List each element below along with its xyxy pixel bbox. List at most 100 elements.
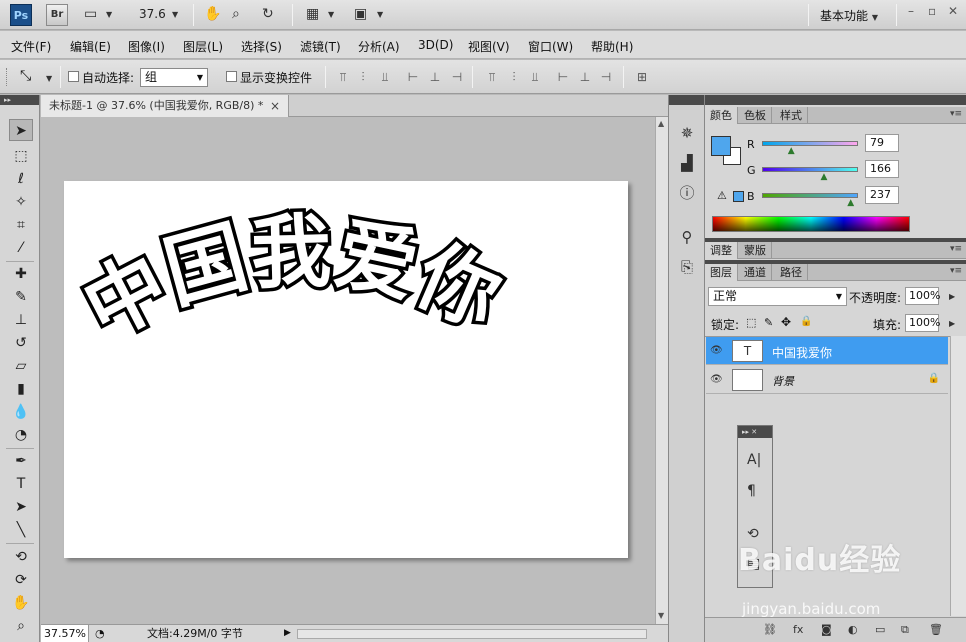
menu-layer[interactable]: 图层(L) <box>183 38 223 55</box>
menu-window[interactable]: 窗口(W) <box>528 38 573 55</box>
blend-mode-dropdown[interactable]: 正常 ▼ <box>708 287 847 306</box>
menu-edit[interactable]: 编辑(E) <box>70 38 111 55</box>
menu-image[interactable]: 图像(I) <box>128 38 165 55</box>
auto-align-layers-icon[interactable]: ⊞ <box>634 69 650 85</box>
show-transform-checkbox[interactable] <box>226 71 237 82</box>
chevron-down-icon[interactable]: ▼ <box>328 10 334 19</box>
minimize-icon[interactable]: – <box>908 4 914 18</box>
eye-icon[interactable]: 👁 <box>710 374 723 385</box>
foreground-color-swatch[interactable] <box>711 136 731 156</box>
align-right-icon[interactable]: ⊣ <box>449 69 465 85</box>
path-selection-tool[interactable]: ➤ <box>9 496 33 518</box>
document-tab[interactable]: 未标题-1 @ 37.6% (中国我爱你, RGB/8) * × <box>41 95 289 117</box>
new-group-icon[interactable]: ▭ <box>875 623 885 636</box>
histogram-icon[interactable]: ▟ <box>677 153 697 173</box>
panel-menu-icon[interactable]: ▾≡ <box>950 266 962 276</box>
status-menu-icon[interactable]: ▶ <box>284 625 291 642</box>
eye-icon[interactable]: 👁 <box>710 345 723 356</box>
eyedropper-tool[interactable]: ⁄ <box>9 237 33 259</box>
navigator-icon[interactable]: ✵ <box>677 123 697 143</box>
red-slider[interactable] <box>762 141 858 146</box>
auto-select-checkbox[interactable] <box>68 71 79 82</box>
paragraph-icon[interactable]: ¶ <box>747 483 756 499</box>
marquee-tool[interactable]: ⬚ <box>9 145 33 167</box>
screen-mode-icon[interactable]: ▣ <box>354 6 367 22</box>
zoom-tool-icon[interactable]: ⌕ <box>232 6 240 22</box>
3d-rotate-tool[interactable]: ⟲ <box>9 546 33 568</box>
fill-field[interactable]: 100% <box>905 314 940 332</box>
lock-transparent-icon[interactable]: ⬚ <box>746 316 756 329</box>
opacity-field[interactable]: 100% <box>905 287 940 305</box>
line-tool[interactable]: ╲ <box>9 519 33 541</box>
tab-adjustments[interactable]: 调整 <box>705 242 738 259</box>
link-layers-icon[interactable]: ⛓ <box>763 623 777 636</box>
type-tool[interactable]: T <box>9 473 33 495</box>
lock-position-icon[interactable]: ✥ <box>781 315 791 329</box>
chevron-down-icon[interactable]: ▼ <box>172 10 178 19</box>
color-spectrum-bar[interactable] <box>712 216 910 232</box>
align-hcenter-icon[interactable]: ⊥ <box>427 69 443 85</box>
fill-arrow-icon[interactable]: ▶ <box>949 319 955 328</box>
chevron-down-icon[interactable]: ▼ <box>106 10 112 19</box>
new-layer-icon[interactable]: ⧉ <box>901 623 909 637</box>
chevron-down-icon[interactable]: ▼ <box>377 10 383 19</box>
distribute-bottom-icon[interactable]: ⫫ <box>527 69 543 85</box>
magic-wand-tool[interactable]: ✧ <box>9 191 33 213</box>
canvas-area[interactable]: 中国我爱你 中国我爱你 <box>41 117 655 624</box>
bridge-button[interactable]: Br <box>46 4 68 26</box>
restore-icon[interactable]: ▫ <box>928 4 936 18</box>
delete-layer-icon[interactable]: 🗑 <box>929 623 943 636</box>
menu-filter[interactable]: 滤镜(T) <box>300 38 341 55</box>
lock-image-icon[interactable]: ✎ <box>764 316 773 329</box>
lasso-tool[interactable]: ℓ <box>9 168 33 190</box>
arrange-documents-icon[interactable]: ▦ <box>306 6 319 22</box>
tab-swatches[interactable]: 色板 <box>739 107 772 124</box>
align-top-icon[interactable]: ⫪ <box>335 69 351 85</box>
hand-tool[interactable]: ✋ <box>9 592 33 614</box>
menu-help[interactable]: 帮助(H) <box>591 38 633 55</box>
eraser-tool[interactable]: ▱ <box>9 355 33 377</box>
menu-3d[interactable]: 3D(D) <box>418 38 453 52</box>
adjustment-layer-icon[interactable]: ◐ <box>848 623 858 636</box>
menu-analysis[interactable]: 分析(A) <box>358 38 400 55</box>
layers-scrollbar[interactable] <box>950 336 966 616</box>
scroll-down-icon[interactable]: ▼ <box>658 611 664 620</box>
mini-bridge-icon[interactable]: ▭ <box>84 6 97 22</box>
info-icon[interactable]: ⓘ <box>677 183 697 203</box>
vertical-scrollbar[interactable]: ▲ ▼ <box>655 117 668 624</box>
menu-view[interactable]: 视图(V) <box>468 38 510 55</box>
warped-text-layer[interactable]: 中国我爱你 中国我爱你 <box>64 181 628 558</box>
dodge-tool[interactable]: ◔ <box>9 424 33 446</box>
blur-tool[interactable]: 💧 <box>9 401 33 423</box>
layer-style-icon[interactable]: fx <box>793 623 803 636</box>
layer-row-text[interactable]: 👁 T 中国我爱你 <box>706 337 948 365</box>
align-vcenter-icon[interactable]: ⫶ <box>355 69 371 85</box>
horizontal-scrollbar[interactable] <box>297 629 647 639</box>
distribute-hcenter-icon[interactable]: ⊥ <box>577 69 593 85</box>
layer-row-background[interactable]: 👁 背景 🔒 <box>706 366 948 394</box>
distribute-left-icon[interactable]: ⊢ <box>555 69 571 85</box>
history-brush-tool[interactable]: ↺ <box>9 332 33 354</box>
scroll-up-icon[interactable]: ▲ <box>658 119 664 128</box>
close-tab-icon[interactable]: × <box>270 95 280 117</box>
blue-slider[interactable] <box>762 193 858 198</box>
zoom-field[interactable]: 37.57% <box>41 625 89 642</box>
pen-tool[interactable]: ✒ <box>9 450 33 472</box>
tab-paths[interactable]: 路径 <box>775 264 808 281</box>
web-safe-swatch[interactable] <box>733 191 744 202</box>
distribute-vcenter-icon[interactable]: ⫶ <box>506 69 522 85</box>
lock-all-icon[interactable]: 🔒 <box>800 316 812 327</box>
panel-menu-icon[interactable]: ▾≡ <box>950 109 962 119</box>
tab-color[interactable]: 颜色 <box>705 107 738 124</box>
tab-layers[interactable]: 图层 <box>705 264 738 281</box>
hand-tool-icon[interactable]: ✋ <box>204 6 221 22</box>
green-slider-thumb[interactable]: ▲ <box>820 172 827 182</box>
clone-source-icon[interactable]: ⎘ <box>677 257 697 277</box>
opacity-arrow-icon[interactable]: ▶ <box>949 292 955 301</box>
green-value[interactable]: 166 <box>865 160 899 178</box>
tab-channels[interactable]: 通道 <box>739 264 772 281</box>
clone-stamp-tool[interactable]: ⊥ <box>9 309 33 331</box>
move-tool-icon[interactable]: ⤡ <box>20 68 31 84</box>
zoom-tool[interactable]: ⌕ <box>9 615 33 637</box>
distribute-right-icon[interactable]: ⊣ <box>598 69 614 85</box>
